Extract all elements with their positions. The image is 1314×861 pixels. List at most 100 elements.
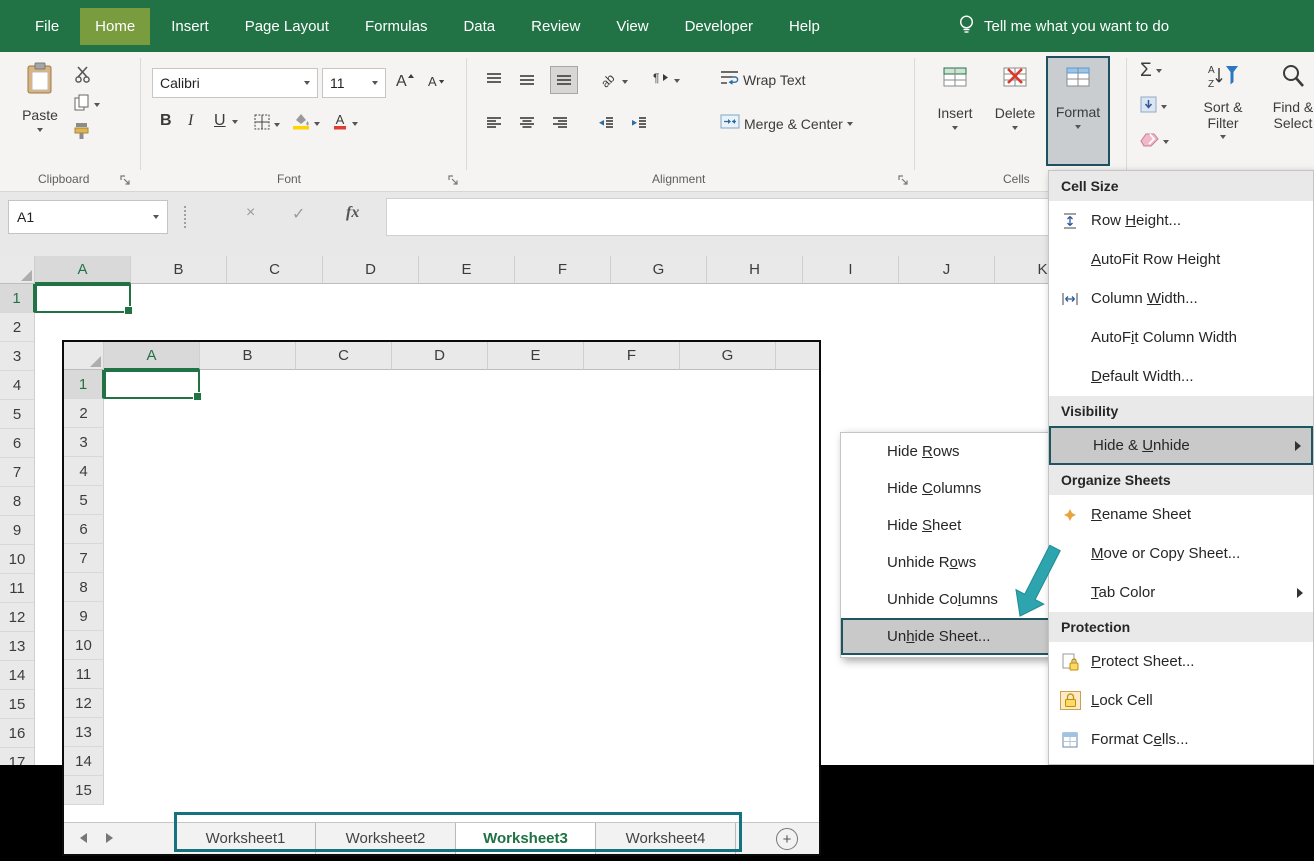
select-all-corner[interactable] bbox=[0, 256, 35, 284]
column-header[interactable]: B bbox=[131, 256, 227, 284]
middle-align-button[interactable] bbox=[519, 72, 535, 91]
tab-home[interactable]: Home bbox=[80, 8, 150, 45]
font-color-button[interactable]: A bbox=[332, 112, 358, 135]
mini-fill-handle[interactable] bbox=[193, 392, 202, 401]
font-dialog-launcher[interactable] bbox=[448, 173, 460, 185]
mini-row-header[interactable]: 3 bbox=[64, 428, 104, 457]
sheet-nav-left-icon[interactable] bbox=[80, 833, 87, 843]
column-header[interactable]: G bbox=[611, 256, 707, 284]
menu-item-hide-unhide[interactable]: Hide & Unhide bbox=[1049, 426, 1313, 465]
menu-item-column-width[interactable]: Column Width... bbox=[1049, 279, 1313, 318]
add-sheet-button[interactable]: + bbox=[776, 828, 798, 850]
mini-row-header[interactable]: 5 bbox=[64, 486, 104, 515]
column-header[interactable]: E bbox=[419, 256, 515, 284]
row-header[interactable]: 3 bbox=[0, 342, 35, 371]
tab-data[interactable]: Data bbox=[448, 8, 510, 45]
row-header[interactable]: 7 bbox=[0, 458, 35, 487]
mini-row-header[interactable]: 14 bbox=[64, 747, 104, 776]
row-header[interactable]: 12 bbox=[0, 603, 35, 632]
top-align-button[interactable] bbox=[486, 72, 502, 91]
menu-item-rename-sheet[interactable]: Rename Sheet bbox=[1049, 495, 1313, 534]
row-header[interactable]: 10 bbox=[0, 545, 35, 574]
menu-item-tab-color[interactable]: Tab Color bbox=[1049, 573, 1313, 612]
menu-item-autofit-column-width[interactable]: AutoFit Column Width bbox=[1049, 318, 1313, 357]
row-header[interactable]: 9 bbox=[0, 516, 35, 545]
insert-function-button[interactable]: fx bbox=[346, 204, 359, 222]
bottom-align-button[interactable] bbox=[550, 66, 578, 94]
mini-column-header[interactable]: B bbox=[200, 342, 296, 370]
align-left-button[interactable] bbox=[486, 116, 502, 135]
row-header[interactable]: 6 bbox=[0, 429, 35, 458]
bold-button[interactable]: B bbox=[160, 112, 172, 130]
mini-column-header[interactable]: D bbox=[392, 342, 488, 370]
tell-me-box[interactable]: Tell me what you want to do bbox=[958, 0, 1169, 52]
cut-button[interactable] bbox=[74, 66, 92, 88]
tab-page-layout[interactable]: Page Layout bbox=[230, 8, 344, 45]
mini-row-header[interactable]: 9 bbox=[64, 602, 104, 631]
tab-insert[interactable]: Insert bbox=[156, 8, 224, 45]
mini-row-header[interactable]: 7 bbox=[64, 544, 104, 573]
row-header[interactable]: 17 bbox=[0, 748, 35, 765]
format-button[interactable]: Format bbox=[1046, 56, 1110, 166]
increase-indent-button[interactable] bbox=[631, 116, 647, 135]
row-header[interactable]: 15 bbox=[0, 690, 35, 719]
mini-column-header[interactable]: C bbox=[296, 342, 392, 370]
column-header[interactable]: I bbox=[803, 256, 899, 284]
mini-row-header[interactable]: 8 bbox=[64, 573, 104, 602]
menu-item-protect-sheet[interactable]: Protect Sheet... bbox=[1049, 642, 1313, 681]
mini-column-header-a[interactable]: A bbox=[104, 342, 200, 370]
menu-item-lock-cell[interactable]: Lock Cell bbox=[1049, 681, 1313, 720]
decrease-indent-button[interactable] bbox=[598, 116, 614, 135]
copy-button[interactable] bbox=[74, 94, 100, 116]
name-box[interactable]: A1 bbox=[8, 200, 168, 234]
clear-button[interactable] bbox=[1140, 132, 1169, 152]
column-header[interactable]: D bbox=[323, 256, 419, 284]
menu-item-default-width[interactable]: Default Width... bbox=[1049, 357, 1313, 396]
column-header-a[interactable]: A bbox=[35, 256, 131, 284]
row-header[interactable]: 14 bbox=[0, 661, 35, 690]
mini-column-header[interactable]: E bbox=[488, 342, 584, 370]
mini-row-header-1[interactable]: 1 bbox=[64, 370, 104, 399]
font-name-combobox[interactable]: Calibri bbox=[152, 68, 318, 98]
column-header[interactable]: J bbox=[899, 256, 995, 284]
mini-row-header[interactable]: 10 bbox=[64, 631, 104, 660]
fill-handle[interactable] bbox=[124, 306, 133, 315]
format-painter-button[interactable] bbox=[74, 122, 89, 145]
delete-button[interactable]: Delete bbox=[986, 58, 1044, 166]
mini-select-all-corner[interactable] bbox=[64, 342, 104, 370]
enter-icon[interactable]: ✓ bbox=[292, 204, 305, 224]
selected-cell-a1[interactable] bbox=[35, 284, 131, 313]
column-header[interactable]: F bbox=[515, 256, 611, 284]
orientation-button[interactable]: ab bbox=[598, 70, 628, 93]
menu-item-hide-columns[interactable]: Hide Columns bbox=[841, 470, 1050, 507]
mini-row-header[interactable]: 2 bbox=[64, 399, 104, 428]
row-header[interactable]: 2 bbox=[0, 313, 35, 342]
row-header-1[interactable]: 1 bbox=[0, 284, 35, 313]
fill-color-button[interactable] bbox=[292, 112, 320, 135]
clipboard-dialog-launcher[interactable] bbox=[120, 173, 132, 185]
paste-button[interactable]: Paste bbox=[14, 58, 66, 166]
mini-row-header[interactable]: 12 bbox=[64, 689, 104, 718]
wrap-text-button[interactable]: Wrap Text bbox=[720, 70, 806, 90]
sheet-nav-right-icon[interactable] bbox=[106, 833, 113, 843]
menu-item-hide-rows[interactable]: Hide Rows bbox=[841, 433, 1050, 470]
increase-font-size-button[interactable]: A bbox=[394, 70, 416, 95]
menu-item-format-cells[interactable]: Format Cells... bbox=[1049, 720, 1313, 759]
tab-help[interactable]: Help bbox=[774, 8, 835, 45]
center-align-button[interactable] bbox=[519, 116, 535, 135]
row-header[interactable]: 11 bbox=[0, 574, 35, 603]
underline-button[interactable]: U bbox=[214, 112, 226, 130]
tab-view[interactable]: View bbox=[601, 8, 663, 45]
cancel-icon[interactable]: × bbox=[246, 204, 255, 222]
align-right-button[interactable] bbox=[552, 116, 568, 135]
tab-file[interactable]: File bbox=[20, 8, 74, 45]
mini-column-header[interactable]: F bbox=[584, 342, 680, 370]
mini-row-header[interactable]: 11 bbox=[64, 660, 104, 689]
mini-selected-cell-a1[interactable] bbox=[104, 370, 200, 399]
column-header[interactable]: C bbox=[227, 256, 323, 284]
sort-filter-button[interactable]: AZ Sort & Filter bbox=[1192, 60, 1254, 170]
fill-button[interactable] bbox=[1140, 96, 1167, 118]
find-select-button[interactable]: Find & Select bbox=[1256, 60, 1314, 170]
mini-row-header[interactable]: 6 bbox=[64, 515, 104, 544]
row-header[interactable]: 13 bbox=[0, 632, 35, 661]
